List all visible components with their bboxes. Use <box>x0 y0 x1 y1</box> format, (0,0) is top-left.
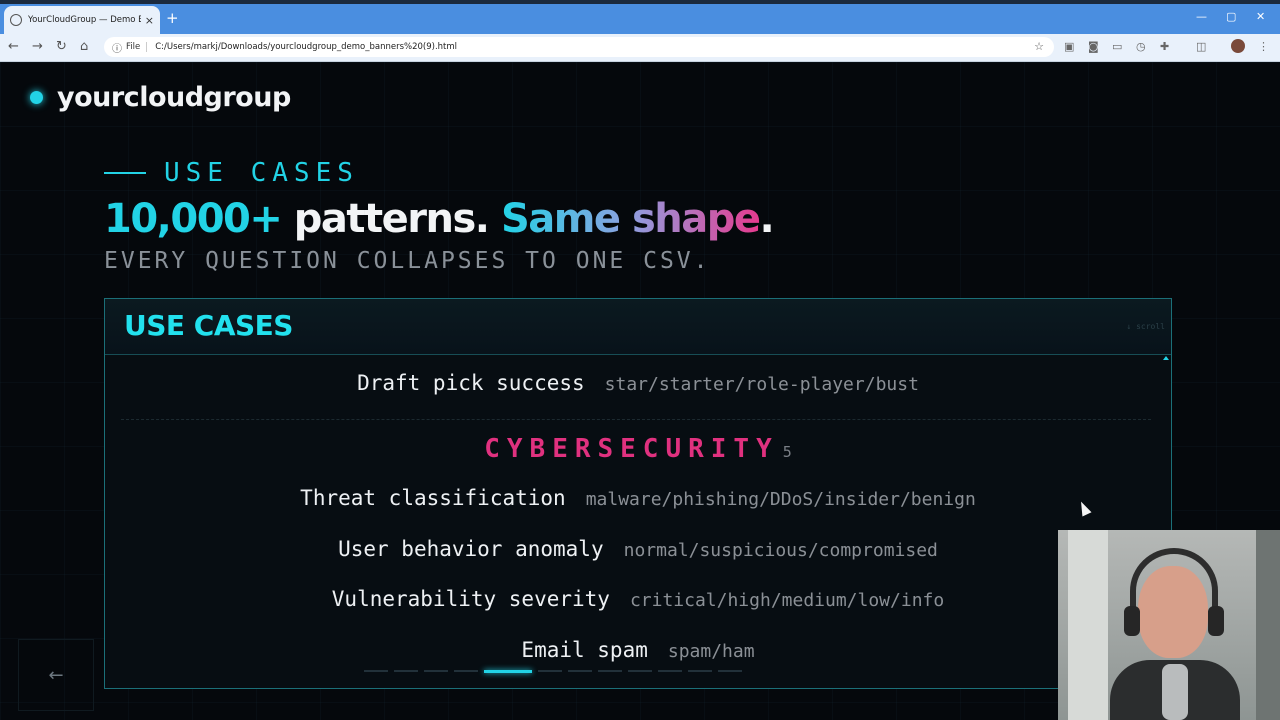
maximize-button[interactable]: ▢ <box>1226 10 1236 23</box>
pager-dot[interactable] <box>718 670 742 672</box>
panel-title: USE CASES <box>124 309 293 342</box>
use-cases-panel[interactable]: USE CASES ↓ scroll Draft pick success st… <box>104 298 1172 689</box>
scroll-up-icon[interactable] <box>1163 356 1169 360</box>
cast-icon[interactable]: ▭ <box>1112 40 1122 53</box>
pager-dot[interactable] <box>598 670 622 672</box>
panel-header: USE CASES ↓ scroll <box>105 299 1171 355</box>
use-case-label: Threat classification <box>300 486 566 510</box>
tab-close-icon[interactable]: × <box>145 14 154 27</box>
puzzle-extensions-icon[interactable]: ✚ <box>1160 40 1169 53</box>
pager-dot[interactable] <box>658 670 682 672</box>
use-case-values: spam/ham <box>667 641 755 662</box>
headline-period: . <box>759 196 775 242</box>
bookmark-star-icon[interactable]: ☆ <box>1034 40 1044 53</box>
webcam-wall <box>1256 530 1280 720</box>
profile-avatar[interactable] <box>1231 39 1245 53</box>
pager-dot[interactable] <box>424 670 448 672</box>
use-case-label: Email spam <box>521 638 648 662</box>
url-text[interactable]: C:/Users/markj/Downloads/yourcloudgroup_… <box>155 42 457 52</box>
use-case-row: User behavior anomaly normal/suspicious/… <box>105 537 1171 561</box>
microphone <box>1162 664 1188 720</box>
new-tab-button[interactable]: + <box>166 9 179 27</box>
brand-logo: yourcloudgroup <box>30 82 291 113</box>
headphone-ear-right <box>1208 606 1224 636</box>
browser-tab[interactable]: YourCloudGroup — Demo Banners × <box>4 6 160 34</box>
subheadline: EVERY QUESTION COLLAPSES TO ONE CSV. <box>104 248 711 274</box>
eyebrow-text: USE CASES <box>164 158 359 188</box>
forward-button[interactable]: → <box>32 39 43 54</box>
close-window-button[interactable]: ✕ <box>1256 10 1265 23</box>
use-case-row: Email spam spam/ham <box>105 638 1171 662</box>
file-chip: File <box>126 42 148 52</box>
pager-dot[interactable] <box>568 670 592 672</box>
webcam-overlay <box>1058 530 1280 720</box>
section-count: 5 <box>782 443 792 461</box>
headphones <box>1130 548 1218 634</box>
use-case-label: User behavior anomaly <box>338 537 604 561</box>
use-case-row: Draft pick success star/starter/role-pla… <box>105 371 1171 395</box>
eyebrow-rule <box>104 172 146 174</box>
use-case-row: Vulnerability severity critical/high/med… <box>105 587 1171 611</box>
headline-same-shape: Same shape <box>500 196 761 242</box>
pager-dot[interactable] <box>454 670 478 672</box>
pager-dot[interactable] <box>364 670 388 672</box>
use-case-values: malware/phishing/DDoS/insider/benign <box>585 489 976 510</box>
previous-slide-button[interactable]: ← <box>18 639 94 711</box>
brand-name: yourcloudgroup <box>57 82 291 113</box>
use-case-values: critical/high/medium/low/info <box>629 590 945 611</box>
section-heading: CYBERSECURITY 5 <box>105 434 1171 464</box>
extension-icon[interactable]: ▣ <box>1064 40 1074 53</box>
side-panel-icon[interactable]: ◫ <box>1196 40 1206 53</box>
tab-title: YourCloudGroup — Demo Banners <box>28 15 141 25</box>
address-bar[interactable]: ⓘ File C:/Users/markj/Downloads/yourclou… <box>104 37 1054 57</box>
taskbar-strip <box>0 0 1280 4</box>
home-button[interactable]: ⌂ <box>80 39 88 54</box>
reload-button[interactable]: ↻ <box>56 39 67 54</box>
pager-dot[interactable] <box>484 670 532 673</box>
performance-icon[interactable]: ◷ <box>1136 40 1146 53</box>
pager-dot[interactable] <box>628 670 652 672</box>
tab-strip: YourCloudGroup — Demo Banners × + — ▢ ✕ <box>0 0 1280 34</box>
pager-dot[interactable] <box>538 670 562 672</box>
globe-icon <box>10 14 22 26</box>
back-button[interactable]: ← <box>8 39 19 54</box>
use-case-values: normal/suspicious/compromised <box>623 540 938 561</box>
info-icon[interactable]: ⓘ <box>112 40 122 55</box>
row-divider <box>121 419 1151 420</box>
pager-dot[interactable] <box>688 670 712 672</box>
minimize-button[interactable]: — <box>1196 10 1207 23</box>
use-case-label: Vulnerability severity <box>331 587 610 611</box>
menu-kebab-icon[interactable]: ⋮ <box>1258 40 1269 53</box>
camera-icon[interactable]: ◙ <box>1088 40 1099 53</box>
pager-dot[interactable] <box>394 670 418 672</box>
section-eyebrow: USE CASES <box>104 158 359 188</box>
use-case-label: Draft pick success <box>357 371 585 395</box>
headline-patterns: patterns. <box>281 196 501 242</box>
browser-chrome: YourCloudGroup — Demo Banners × + — ▢ ✕ … <box>0 0 1280 62</box>
scroll-hint: ↓ scroll <box>1126 322 1165 331</box>
brand-dot-icon <box>30 91 43 104</box>
webcam-window-light <box>1068 530 1108 720</box>
headline-count: 10,000+ <box>104 196 283 242</box>
headline: 10,000+ patterns. Same shape. <box>104 196 775 242</box>
arrow-left-icon: ← <box>48 664 64 686</box>
section-name: CYBERSECURITY <box>484 434 779 464</box>
use-case-row: Threat classification malware/phishing/D… <box>105 486 1171 510</box>
slide-pager[interactable] <box>364 670 742 673</box>
use-case-values: star/starter/role-player/bust <box>604 374 919 395</box>
headphone-ear-left <box>1124 606 1140 636</box>
